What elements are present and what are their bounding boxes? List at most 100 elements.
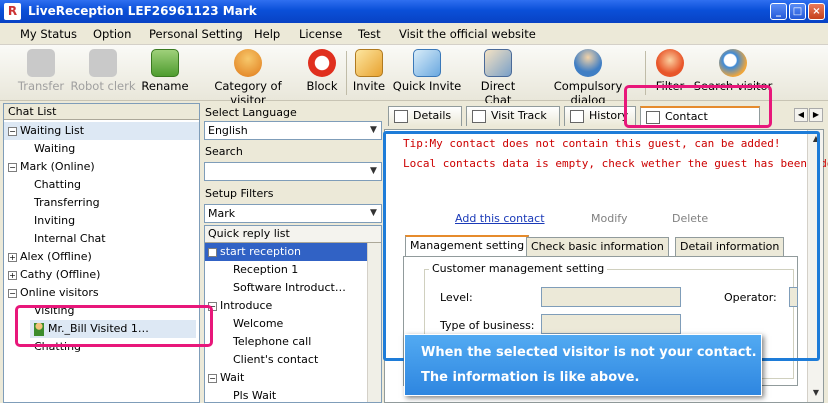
subtab-detail-information[interactable]: Detail information (675, 237, 785, 256)
transfer-button[interactable]: Transfer (16, 47, 66, 99)
title-bar[interactable]: R LiveReception LEF26961123 Mark _ □ × (0, 0, 828, 23)
tree-item-inviting[interactable]: Inviting (34, 212, 75, 230)
close-button[interactable]: × (808, 3, 825, 20)
invite-button[interactable]: Invite (350, 47, 388, 99)
tree-item-chatting-visitors[interactable]: Chatting (34, 338, 81, 356)
quick-item-pls-wait[interactable]: Pls Wait (233, 387, 276, 402)
visitor-row-mr-bill[interactable]: Mr._Bill Visited 1… (30, 320, 196, 338)
invite-icon (355, 49, 383, 77)
expand-icon[interactable]: + (8, 270, 17, 280)
content-scrollbar[interactable]: ▲ ▼ (807, 130, 823, 402)
tab-history[interactable]: History (564, 106, 636, 126)
visitor-icon (34, 322, 44, 336)
quick-reply-scrollbar[interactable] (367, 243, 381, 402)
tree-item-transferring[interactable]: Transferring (34, 194, 100, 212)
scroll-down-icon[interactable]: ▼ (809, 386, 823, 400)
compulsory-dialog-button[interactable]: Compulsory dialog (536, 47, 640, 107)
menu-personal-setting[interactable]: Personal Setting (149, 27, 243, 41)
filter-button[interactable]: Filter (650, 47, 690, 99)
collapse-icon[interactable]: − (8, 288, 17, 298)
tree-group-mark[interactable]: − Mark (Online) (4, 158, 199, 176)
tree-item-waiting[interactable]: Waiting (34, 140, 75, 158)
scroll-up-icon[interactable]: ▲ (809, 132, 823, 146)
operator-label: Operator: (724, 291, 777, 304)
search-visitor-button[interactable]: Search visitor (693, 47, 773, 99)
tree-group-waiting-list[interactable]: − Waiting List (4, 122, 199, 140)
transfer-icon (27, 49, 55, 77)
compulsory-dialog-icon (574, 49, 602, 77)
history-icon (570, 110, 584, 123)
tree-item-visiting[interactable]: Visiting (34, 302, 74, 320)
tip-not-contact: Tip:My contact does not contain this gue… (403, 137, 781, 150)
quick-group-introduce[interactable]: − Introduce (208, 297, 272, 315)
visit-track-icon (472, 110, 486, 123)
modify-link[interactable]: Modify (591, 212, 627, 225)
language-select[interactable]: English ▼ (204, 121, 382, 140)
direct-chat-button[interactable]: Direct Chat (466, 47, 530, 107)
menu-license[interactable]: License (299, 27, 342, 41)
tree-item-internal-chat[interactable]: Internal Chat (34, 230, 106, 248)
business-type-label: Type of business: (440, 319, 535, 332)
toolbar: Transfer Robot clerk Rename Category of … (0, 45, 828, 107)
business-type-field[interactable] (541, 314, 681, 334)
quick-item-welcome[interactable]: Welcome (233, 315, 283, 333)
menu-help[interactable]: Help (254, 27, 280, 41)
chat-list-panel: Chat List − Waiting List Waiting − Mark (O… (3, 103, 200, 403)
expand-icon[interactable]: + (8, 252, 17, 262)
rename-button[interactable]: Rename (140, 47, 190, 99)
collapse-icon[interactable]: − (208, 301, 217, 311)
details-icon (394, 110, 408, 123)
quick-item-clients-contact[interactable]: Client's contact (233, 351, 318, 369)
search-input[interactable]: ▼ (204, 162, 382, 181)
collapse-icon[interactable]: − (208, 247, 217, 257)
quick-group-start-reception[interactable]: − start reception (205, 243, 368, 261)
add-contact-link[interactable]: Add this contact (455, 212, 545, 225)
robot-icon (89, 49, 117, 77)
window-title: LiveReception LEF26961123 Mark (28, 4, 257, 18)
minimize-button[interactable]: _ (770, 3, 787, 20)
tab-details[interactable]: Details (388, 106, 462, 126)
tree-group-cathy[interactable]: + Cathy (Offline) (4, 266, 199, 284)
tab-scroll-right-icon[interactable]: ▶ (809, 108, 823, 122)
tree-group-alex[interactable]: + Alex (Offline) (4, 248, 199, 266)
quick-group-wait[interactable]: − Wait (208, 369, 244, 387)
quick-item-reception-1[interactable]: Reception 1 (233, 261, 298, 279)
tab-scroll-left-icon[interactable]: ◀ (794, 108, 808, 122)
filters-select[interactable]: Mark ▼ (204, 204, 382, 223)
menu-option[interactable]: Option (93, 27, 131, 41)
callout-line-1: When the selected visitor is not your co… (421, 345, 757, 360)
subtab-check-basic-information[interactable]: Check basic information (526, 237, 669, 256)
search-label: Search (205, 145, 243, 158)
quick-item-telephone-call[interactable]: Telephone call (233, 333, 311, 351)
tab-visit-track[interactable]: Visit Track (466, 106, 560, 126)
menu-official-website[interactable]: Visit the official website (399, 27, 536, 41)
menu-test[interactable]: Test (358, 27, 381, 41)
quick-invite-button[interactable]: Quick Invite (392, 47, 462, 99)
chevron-down-icon[interactable]: ▼ (366, 163, 381, 180)
robot-clerk-button[interactable]: Robot clerk (70, 47, 136, 99)
category-of-visitor-button[interactable]: Category of visitor (196, 47, 300, 107)
menu-bar: My Status Option Personal Setting Help L… (0, 23, 828, 45)
collapse-icon[interactable]: − (8, 126, 17, 136)
menu-my-status[interactable]: My Status (20, 27, 77, 41)
operator-field[interactable] (789, 287, 798, 307)
quick-item-software-introduction[interactable]: Software Introduct… (233, 279, 346, 297)
tab-contact-manager[interactable]: Contact Manager (640, 106, 760, 141)
tree-group-online-visitors[interactable]: − Online visitors (4, 284, 199, 302)
subtab-management-setting[interactable]: Management setting (405, 235, 530, 256)
chevron-down-icon[interactable]: ▼ (366, 122, 381, 139)
block-button[interactable]: Block (302, 47, 342, 99)
quick-invite-icon (413, 49, 441, 77)
chevron-down-icon[interactable]: ▼ (366, 205, 381, 222)
tree-item-chatting[interactable]: Chatting (34, 176, 81, 194)
filter-icon (656, 49, 684, 77)
app-icon: R (4, 3, 21, 20)
block-icon (308, 49, 336, 77)
level-field[interactable] (541, 287, 681, 307)
delete-link[interactable]: Delete (672, 212, 708, 225)
group-title: Customer management setting (429, 262, 608, 275)
collapse-icon[interactable]: − (8, 162, 17, 172)
collapse-icon[interactable]: − (208, 373, 217, 383)
category-icon (234, 49, 262, 77)
maximize-button[interactable]: □ (789, 3, 806, 20)
